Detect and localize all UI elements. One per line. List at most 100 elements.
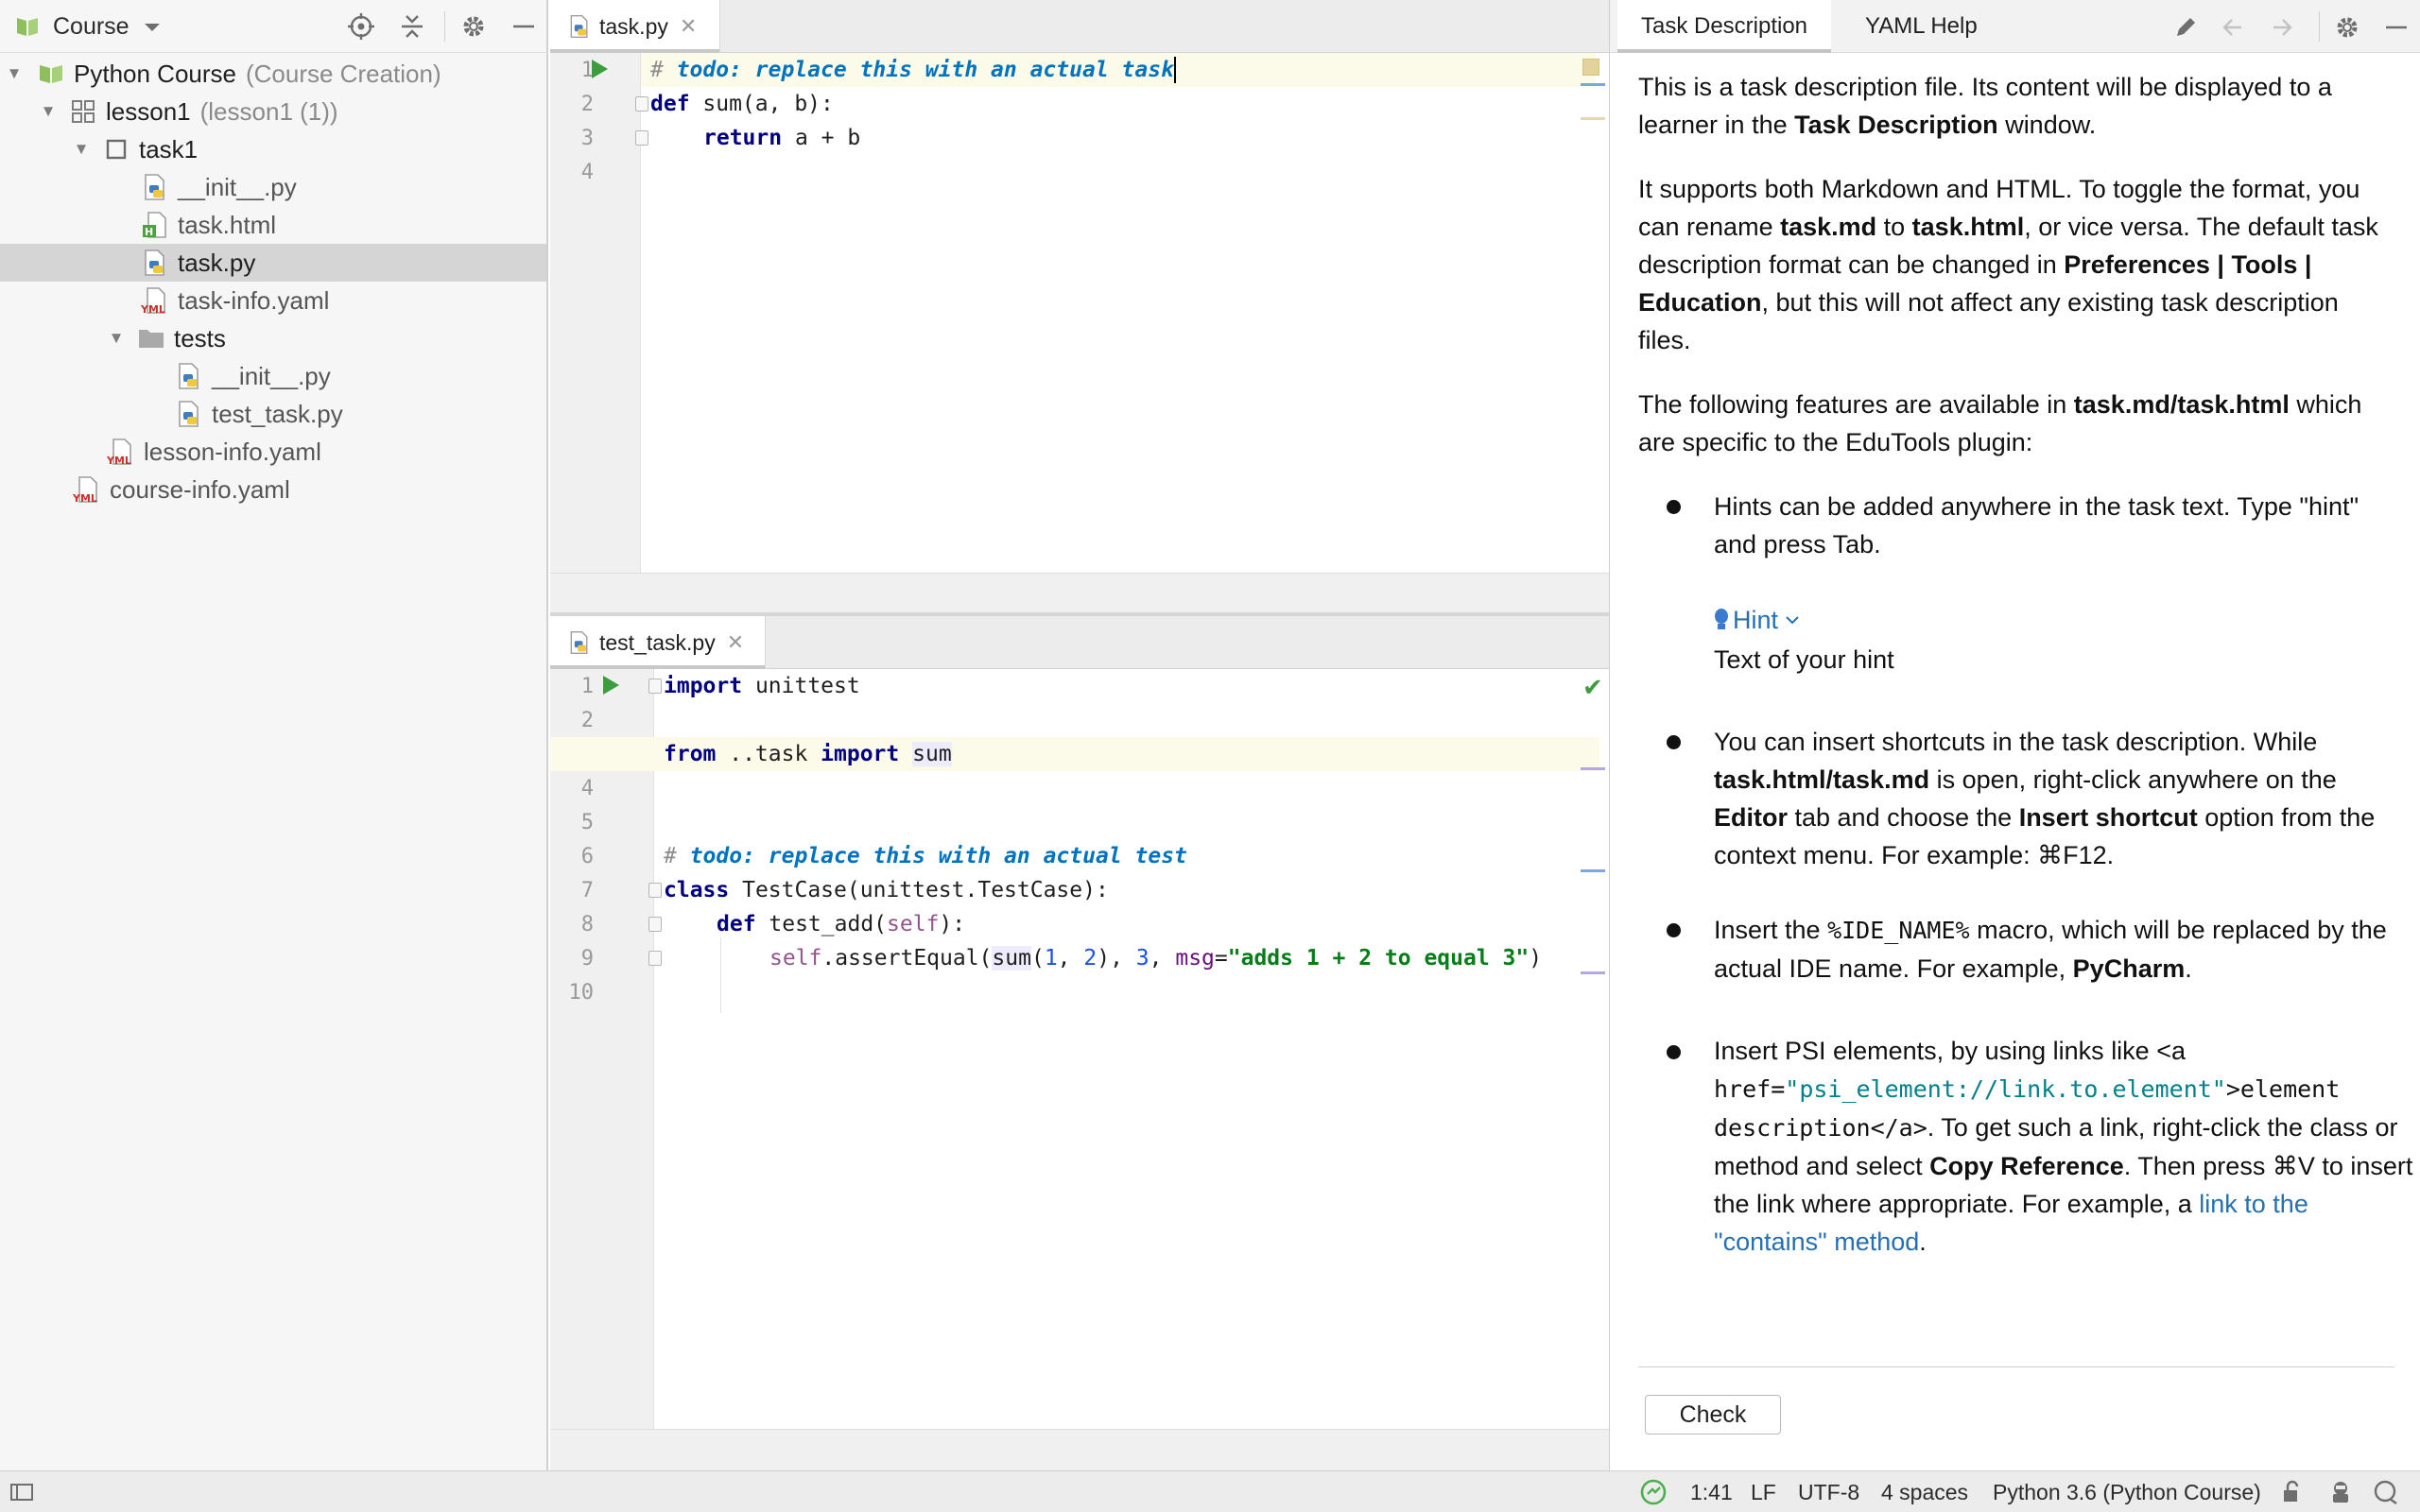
lock-icon[interactable] [2280,1471,2305,1512]
tree-item-task-info-yaml[interactable]: YML task-info.yaml [0,282,546,319]
code-line[interactable]: self .assertEqual(sum(1, 2), 3, msg = "adds… [769,941,1542,975]
code-number: 3 [1135,946,1150,971]
python-file-icon [140,248,170,278]
code-line[interactable]: return a + b [703,121,860,155]
line-number: 1 [580,675,594,698]
edit-pencil-icon[interactable] [2171,13,2200,42]
fold-icon[interactable] [648,883,662,898]
expand-arrow-icon[interactable]: ▼ [38,101,59,122]
list-bullet [1667,923,1681,937]
caret-position[interactable]: 1:41 [1690,1471,1733,1512]
code-identifier: sum [912,742,952,766]
code-line[interactable]: class TestCase(unittest.TestCase): [664,873,1109,907]
tree-item-python-course[interactable]: ▼ Python Course (Course Creation) [0,55,546,93]
run-icon[interactable] [592,60,608,78]
expand-arrow-icon[interactable]: ▼ [106,328,127,349]
forward-arrow-icon[interactable] [2268,13,2296,42]
tab-task-description[interactable]: Task Description [1617,0,1831,53]
svg-text:YML: YML [106,455,131,466]
hint-toggle[interactable]: Hint [1714,601,1799,639]
run-icon[interactable] [603,676,619,695]
warning-stripe-icon[interactable] [1582,59,1599,76]
close-icon[interactable]: ✕ [727,630,744,655]
horizontal-scrollbar[interactable] [550,1429,1609,1470]
check-button[interactable]: Check [1645,1395,1781,1435]
line-number: 4 [580,161,594,184]
folder-icon [136,323,166,353]
code-number: 2 [1083,946,1098,971]
line-number: 2 [580,93,594,116]
minimize-icon[interactable] [509,11,539,42]
tree-item-label: test_task.py [212,399,343,428]
fold-icon[interactable] [635,96,648,112]
svg-text:YML: YML [140,303,165,315]
tab-yaml-help[interactable]: YAML Help [1865,0,1978,53]
sync-icon[interactable] [1639,1471,1668,1512]
chevron-down-icon[interactable] [142,17,163,38]
locate-icon[interactable] [346,11,376,42]
toolbar-divider [2319,11,2320,42]
code-text: test_add( [755,912,888,936]
tree-item-lesson1[interactable]: ▼ lesson1 (lesson1 (1)) [0,93,546,130]
gear-icon[interactable] [2332,12,2362,43]
collapse-all-icon[interactable] [397,11,427,42]
line-number: 5 [580,811,594,834]
project-view-title[interactable]: Course [53,13,130,41]
code-line[interactable]: # todo: replace this with an actual task [650,53,1176,87]
stripe-marker[interactable] [1581,83,1605,86]
tree-item-label: task.html [178,210,277,239]
tree-item-lesson-info-yaml[interactable]: YML lesson-info.yaml [0,433,546,471]
close-icon[interactable]: ✕ [680,14,697,39]
tree-item-task-html[interactable]: H task.html [0,206,546,244]
tool-windows-toggle-icon[interactable] [9,1471,34,1512]
code-text: ..task [716,742,821,766]
fold-end-icon[interactable] [635,130,648,146]
tree-item-course-info-yaml[interactable]: YML course-info.yaml [0,471,546,508]
notifications-icon[interactable] [2373,1471,2399,1512]
tree-item-task-py[interactable]: task.py [0,244,546,282]
minimize-icon[interactable] [2381,12,2411,43]
expand-arrow-icon[interactable]: ▼ [4,63,25,84]
tab-underline [1617,49,1831,53]
stripe-marker[interactable] [1581,869,1605,872]
code-text: sum(a, b): [689,92,834,116]
stripe-marker[interactable] [1581,767,1605,770]
code-line[interactable]: def test_add(self): [717,907,965,941]
code-keyword: class [664,878,730,902]
line-separator[interactable]: LF [1751,1471,1776,1512]
code-line[interactable]: # todo: replace this with an actual test [664,839,1187,873]
code-line[interactable]: from ..task import sum [664,737,952,771]
fold-icon[interactable] [648,679,662,694]
stripe-marker[interactable] [1581,971,1605,974]
python-file-icon [567,13,592,40]
tree-item-test-task-py[interactable]: test_task.py [0,395,546,433]
tree-item-label: tests [174,323,226,352]
tree-item-task1[interactable]: ▼ task1 [0,130,546,168]
gear-icon[interactable] [458,11,489,42]
tree-item-tests-init-py[interactable]: __init__.py [0,357,546,395]
tab-test-task-py[interactable]: test_task.py ✕ [550,616,766,669]
horizontal-scrollbar[interactable] [550,573,1609,614]
stripe-marker[interactable] [1581,117,1605,120]
tree-item-init-py[interactable]: __init__.py [0,168,546,206]
python-interpreter[interactable]: Python 3.6 (Python Course) [1993,1471,2261,1512]
fold-icon[interactable] [648,917,662,932]
tab-task-py[interactable]: task.py ✕ [550,0,720,53]
code-line[interactable]: import unittest [664,669,860,703]
check-ok-icon[interactable]: ✔ [1582,673,1603,702]
fold-end-icon[interactable] [648,951,662,966]
lesson-icon [68,96,98,127]
file-encoding[interactable]: UTF-8 [1798,1471,1859,1512]
tree-item-tests[interactable]: ▼ tests [0,319,546,357]
task-paragraph: It supports both Markdown and HTML. To t… [1638,175,2378,354]
task-description-panel: Task Description YAML Help This is a tas… [1609,0,2420,1470]
line-number: 2 [580,709,594,732]
tree-item-label: course-info.yaml [110,474,290,504]
indent-setting[interactable]: 4 spaces [1881,1471,1968,1512]
expand-arrow-icon[interactable]: ▼ [71,139,92,160]
python-file-icon [174,361,204,391]
code-line[interactable]: def sum(a, b): [650,87,834,121]
back-arrow-icon[interactable] [2219,13,2247,42]
yaml-file-icon: YML [106,437,136,467]
inspector-icon[interactable] [2327,1471,2354,1512]
